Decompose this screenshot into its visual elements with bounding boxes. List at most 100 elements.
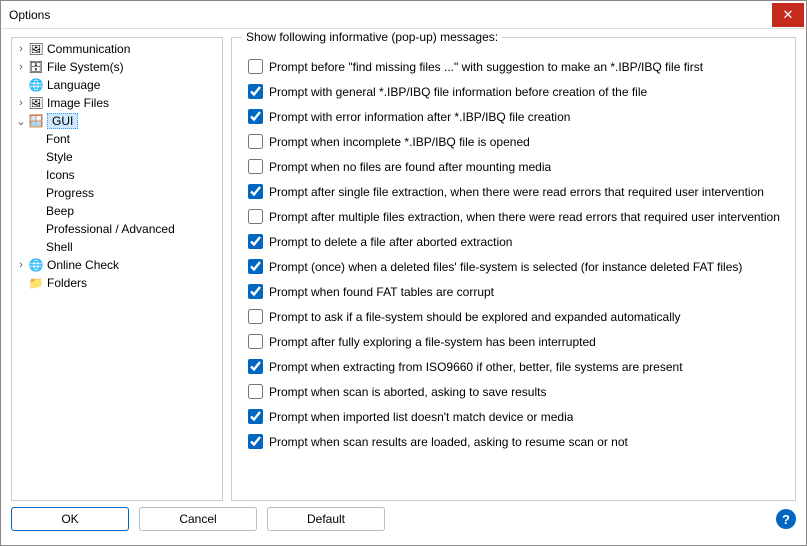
messages-groupbox: Show following informative (pop-up) mess… — [231, 37, 796, 501]
gui-icon — [28, 113, 44, 129]
online-check-icon — [28, 257, 44, 273]
option-checkbox[interactable] — [248, 384, 263, 399]
tree-item-folders[interactable]: Folders — [12, 274, 222, 292]
tree-item-language[interactable]: Language — [12, 76, 222, 94]
groupbox-title: Show following informative (pop-up) mess… — [242, 30, 502, 44]
main-area: › Communication › File System(s) Languag… — [1, 29, 806, 505]
option-checkbox[interactable] — [248, 59, 263, 74]
checkbox-row: Prompt with error information after *.IB… — [248, 106, 785, 127]
option-label[interactable]: Prompt (once) when a deleted files' file… — [269, 260, 742, 274]
option-checkbox[interactable] — [248, 159, 263, 174]
cancel-button[interactable]: Cancel — [139, 507, 257, 531]
option-label[interactable]: Prompt after multiple files extraction, … — [269, 210, 780, 224]
chevron-down-icon[interactable]: ⌄ — [14, 115, 28, 128]
filesystem-icon — [28, 59, 44, 75]
tree-label: Language — [47, 78, 106, 92]
option-checkbox[interactable] — [248, 84, 263, 99]
tree-item-online-check[interactable]: › Online Check — [12, 256, 222, 274]
option-label[interactable]: Prompt when incomplete *.IBP/IBQ file is… — [269, 135, 530, 149]
tree-item-filesystems[interactable]: › File System(s) — [12, 58, 222, 76]
close-icon: ✕ — [783, 7, 794, 23]
checkbox-row: Prompt when scan results are loaded, ask… — [248, 431, 785, 452]
close-button[interactable]: ✕ — [772, 3, 804, 27]
chevron-right-icon[interactable]: › — [14, 259, 28, 271]
tree-item-style[interactable]: Style — [12, 148, 222, 166]
tree-label: Progress — [46, 186, 100, 200]
tree-item-image-files[interactable]: › Image Files — [12, 94, 222, 112]
tree-label: Folders — [47, 276, 93, 290]
tree-label: Communication — [47, 42, 136, 56]
checkbox-row: Prompt when no files are found after mou… — [248, 156, 785, 177]
tree-label: Style — [46, 150, 79, 164]
checkbox-row: Prompt to delete a file after aborted ex… — [248, 231, 785, 252]
language-icon — [28, 77, 44, 93]
default-button[interactable]: Default — [267, 507, 385, 531]
tree-item-icons[interactable]: Icons — [12, 166, 222, 184]
comm-icon — [28, 41, 44, 57]
checkbox-row: Prompt when scan is aborted, asking to s… — [248, 381, 785, 402]
ok-button[interactable]: OK — [11, 507, 129, 531]
option-label[interactable]: Prompt when extracting from ISO9660 if o… — [269, 360, 683, 374]
option-label[interactable]: Prompt after single file extraction, whe… — [269, 185, 764, 199]
option-checkbox[interactable] — [248, 234, 263, 249]
tree-item-progress[interactable]: Progress — [12, 184, 222, 202]
tree-item-communication[interactable]: › Communication — [12, 40, 222, 58]
tree-label: Font — [46, 132, 76, 146]
button-bar: OK Cancel Default ? — [1, 505, 806, 539]
option-checkbox[interactable] — [248, 259, 263, 274]
option-checkbox[interactable] — [248, 109, 263, 124]
tree-item-font[interactable]: Font — [12, 130, 222, 148]
option-checkbox[interactable] — [248, 209, 263, 224]
option-checkbox[interactable] — [248, 134, 263, 149]
tree-item-shell[interactable]: Shell — [12, 238, 222, 256]
checkbox-row: Prompt when extracting from ISO9660 if o… — [248, 356, 785, 377]
option-checkbox[interactable] — [248, 434, 263, 449]
titlebar: Options ✕ — [1, 1, 806, 29]
option-checkbox[interactable] — [248, 334, 263, 349]
checkbox-row: Prompt when imported list doesn't match … — [248, 406, 785, 427]
option-label[interactable]: Prompt to delete a file after aborted ex… — [269, 235, 512, 249]
tree-label: File System(s) — [47, 60, 130, 74]
category-tree[interactable]: › Communication › File System(s) Languag… — [11, 37, 223, 501]
option-label[interactable]: Prompt after fully exploring a file-syst… — [269, 335, 596, 349]
option-label[interactable]: Prompt when no files are found after mou… — [269, 160, 551, 174]
checkbox-row: Prompt (once) when a deleted files' file… — [248, 256, 785, 277]
checkbox-row: Prompt after fully exploring a file-syst… — [248, 331, 785, 352]
checkbox-row: Prompt when incomplete *.IBP/IBQ file is… — [248, 131, 785, 152]
chevron-right-icon[interactable]: › — [14, 61, 28, 73]
image-files-icon — [28, 95, 44, 111]
help-icon: ? — [782, 512, 790, 527]
tree-label: Professional / Advanced — [46, 222, 181, 236]
option-checkbox[interactable] — [248, 409, 263, 424]
checkbox-row: Prompt with general *.IBP/IBQ file infor… — [248, 81, 785, 102]
checkbox-row: Prompt when found FAT tables are corrupt — [248, 281, 785, 302]
option-label[interactable]: Prompt with error information after *.IB… — [269, 110, 570, 124]
option-checkbox[interactable] — [248, 309, 263, 324]
tree-label: Shell — [46, 240, 79, 254]
tree-label: Online Check — [47, 258, 125, 272]
option-label[interactable]: Prompt before "find missing files ..." w… — [269, 60, 703, 74]
option-label[interactable]: Prompt when imported list doesn't match … — [269, 410, 573, 424]
option-checkbox[interactable] — [248, 359, 263, 374]
checkbox-row: Prompt before "find missing files ..." w… — [248, 56, 785, 77]
option-label[interactable]: Prompt when scan results are loaded, ask… — [269, 435, 628, 449]
checkbox-list: Prompt before "find missing files ..." w… — [248, 56, 785, 452]
tree-label: GUI — [47, 113, 78, 129]
tree-label: Image Files — [47, 96, 115, 110]
checkbox-row: Prompt to ask if a file-system should be… — [248, 306, 785, 327]
chevron-right-icon[interactable]: › — [14, 43, 28, 55]
tree-item-beep[interactable]: Beep — [12, 202, 222, 220]
chevron-right-icon[interactable]: › — [14, 97, 28, 109]
option-label[interactable]: Prompt with general *.IBP/IBQ file infor… — [269, 85, 647, 99]
option-checkbox[interactable] — [248, 184, 263, 199]
option-label[interactable]: Prompt when found FAT tables are corrupt — [269, 285, 494, 299]
folders-icon — [28, 275, 44, 291]
window-title: Options — [9, 8, 772, 22]
tree-label: Beep — [46, 204, 80, 218]
tree-item-gui[interactable]: ⌄ GUI — [12, 112, 222, 130]
option-checkbox[interactable] — [248, 284, 263, 299]
option-label[interactable]: Prompt when scan is aborted, asking to s… — [269, 385, 546, 399]
option-label[interactable]: Prompt to ask if a file-system should be… — [269, 310, 681, 324]
help-button[interactable]: ? — [776, 509, 796, 529]
tree-item-professional[interactable]: Professional / Advanced — [12, 220, 222, 238]
